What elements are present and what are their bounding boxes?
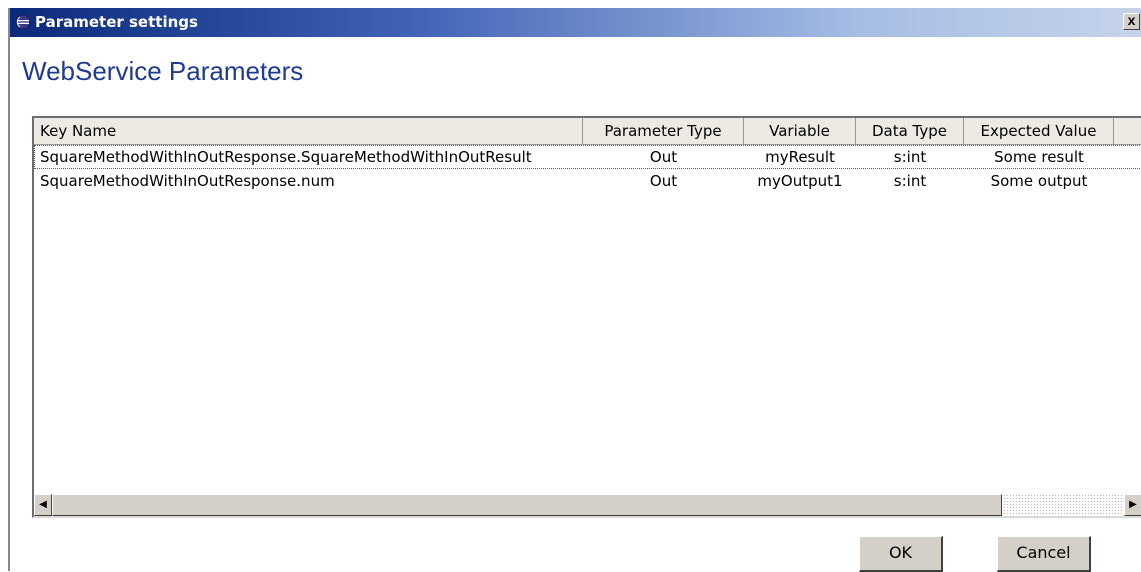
title-bar[interactable]: Parameter settings x (10, 8, 1141, 37)
table-row[interactable]: SquareMethodWithInOutResponse.num Out my… (34, 169, 1141, 193)
scroll-left-button[interactable]: ◀ (34, 494, 52, 516)
page-title: WebService Parameters (22, 56, 304, 86)
column-header-filler (1114, 118, 1141, 144)
arrow-left-icon: ◀ (39, 499, 47, 510)
cancel-button[interactable]: Cancel (997, 536, 1091, 572)
cell-data-type: s:int (893, 148, 927, 166)
horizontal-scrollbar[interactable]: ◀ ▶ (34, 494, 1141, 516)
parameter-settings-dialog: Parameter settings x WebService Paramete… (8, 8, 1141, 572)
column-header-key-name[interactable]: Key Name (34, 118, 583, 144)
column-header-variable[interactable]: Variable (744, 118, 856, 144)
close-button[interactable]: x (1123, 13, 1140, 30)
cell-variable: myOutput1 (757, 172, 843, 190)
cell-key-name: SquareMethodWithInOutResponse.SquareMeth… (40, 148, 532, 166)
cell-key-name: SquareMethodWithInOutResponse.num (40, 172, 335, 190)
cell-data-type: s:int (893, 172, 927, 190)
table-header: Key Name Parameter Type Variable Data Ty… (34, 118, 1141, 145)
ok-button[interactable]: OK (859, 536, 943, 572)
cell-expected-value: Some output (990, 172, 1088, 190)
cell-parameter-type: Out (649, 148, 678, 166)
scroll-thumb[interactable] (52, 494, 1002, 516)
scroll-track[interactable] (52, 494, 1124, 516)
close-icon: x (1127, 12, 1136, 28)
scroll-right-button[interactable]: ▶ (1124, 494, 1141, 516)
window-title: Parameter settings (35, 13, 198, 31)
column-header-data-type[interactable]: Data Type (856, 118, 964, 144)
cell-parameter-type: Out (649, 172, 678, 190)
column-header-expected-value[interactable]: Expected Value (964, 118, 1114, 144)
arrow-right-icon: ▶ (1129, 499, 1137, 510)
eclipse-icon (15, 14, 31, 30)
cell-expected-value: Some result (994, 148, 1084, 166)
column-header-parameter-type[interactable]: Parameter Type (583, 118, 744, 144)
cell-variable: myResult (765, 148, 835, 166)
parameters-table[interactable]: Key Name Parameter Type Variable Data Ty… (32, 116, 1141, 518)
table-row[interactable]: SquareMethodWithInOutResponse.SquareMeth… (34, 145, 1141, 169)
